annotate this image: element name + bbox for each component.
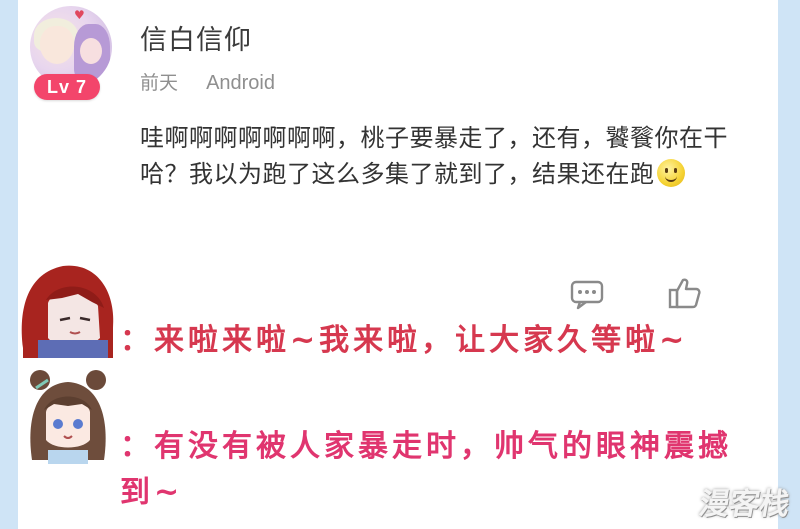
level-badge: Lv 7 <box>34 74 100 100</box>
thumbs-up-icon[interactable] <box>668 276 702 310</box>
dialogue-line-1: ：来啦来啦~我来啦，让大家久等啦~ <box>120 323 689 358</box>
heart-icon: ♥ <box>74 8 85 22</box>
username[interactable]: 信白信仰 <box>140 18 252 57</box>
comment-body: 哇啊啊啊啊啊啊啊，桃子要暴走了，还有，饕餮你在干哈？我以为跑了这么多集了就到了，… <box>140 120 760 192</box>
comment-text: 哇啊啊啊啊啊啊啊，桃子要暴走了，还有，饕餮你在干哈？我以为跑了这么多集了就到了，… <box>140 124 728 188</box>
character-avatar-brown-hair <box>30 370 106 464</box>
character-avatar-red-hair <box>21 265 114 358</box>
dialogue-line-2: ：有没有被人家暴走时，帅气的眼神震撼到~ <box>120 429 732 510</box>
watermark-logo: 漫客栈 <box>696 487 793 522</box>
post-meta: 前天 Android <box>140 68 275 95</box>
smile-emoji-icon <box>656 159 685 187</box>
comment-bubble-icon[interactable] <box>570 280 604 310</box>
background-right-strip <box>778 0 800 529</box>
post-device: Android <box>206 72 275 94</box>
post-time: 前天 <box>140 72 179 94</box>
